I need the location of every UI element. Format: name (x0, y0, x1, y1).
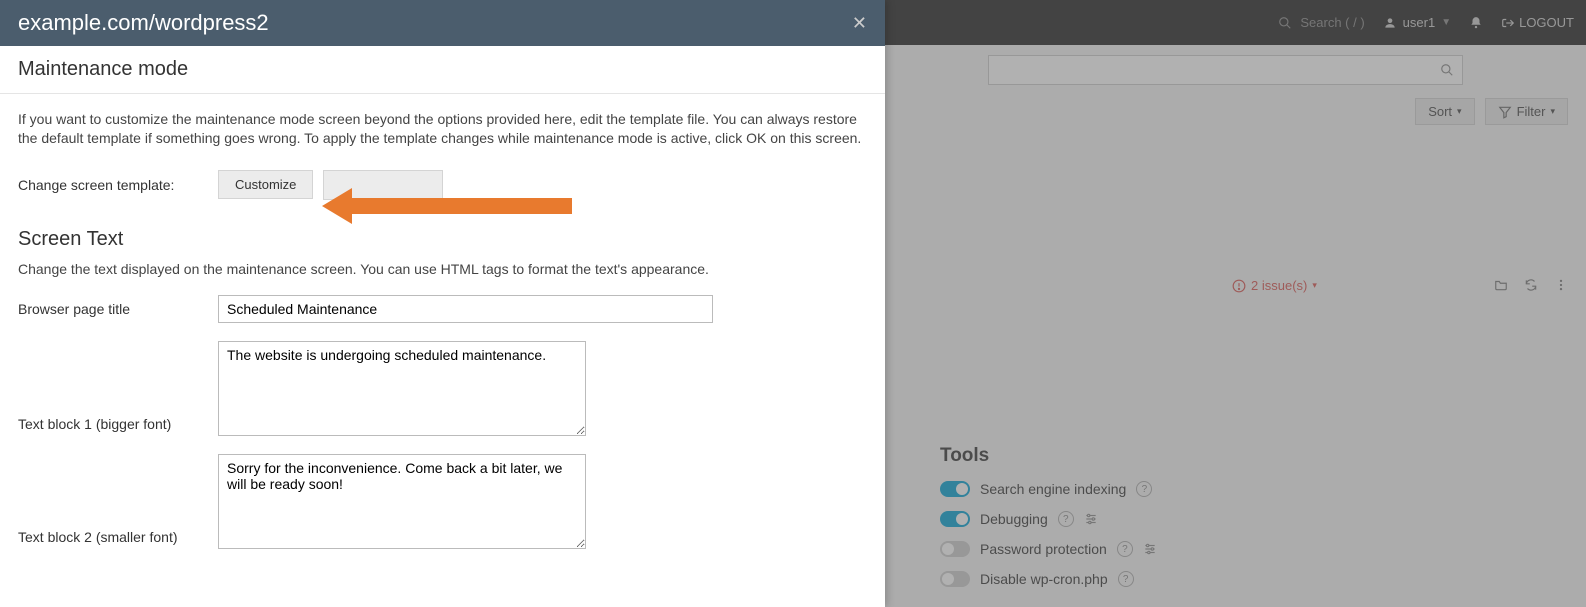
description-text: If you want to customize the maintenance… (18, 110, 867, 148)
close-icon[interactable]: ✕ (852, 13, 867, 34)
text1-label: Text block 1 (bigger font) (18, 416, 218, 436)
text2-label: Text block 2 (smaller font) (18, 529, 218, 549)
browser-title-label: Browser page title (18, 301, 218, 317)
modal-body: If you want to customize the maintenance… (0, 94, 885, 607)
browser-title-input[interactable] (218, 295, 713, 323)
maintenance-mode-modal: example.com/wordpress2 ✕ Maintenance mod… (0, 0, 885, 607)
template-label: Change screen template: (18, 177, 218, 193)
screen-text-heading: Screen Text (18, 228, 867, 251)
text1-textarea[interactable] (218, 341, 586, 436)
text2-row: Text block 2 (smaller font) (18, 454, 867, 549)
page-heading: Maintenance mode (18, 58, 867, 81)
modal-subheader: Maintenance mode (0, 46, 885, 94)
text2-textarea[interactable] (218, 454, 586, 549)
modal-header: example.com/wordpress2 ✕ (0, 0, 885, 46)
browser-title-row: Browser page title (18, 295, 867, 323)
screen-text-desc: Change the text displayed on the mainten… (18, 261, 867, 277)
text1-row: Text block 1 (bigger font) (18, 341, 867, 436)
secondary-button[interactable] (323, 170, 443, 200)
modal-title: example.com/wordpress2 (18, 10, 269, 36)
template-row: Change screen template: Customize (18, 170, 867, 200)
customize-button[interactable]: Customize (218, 170, 313, 199)
